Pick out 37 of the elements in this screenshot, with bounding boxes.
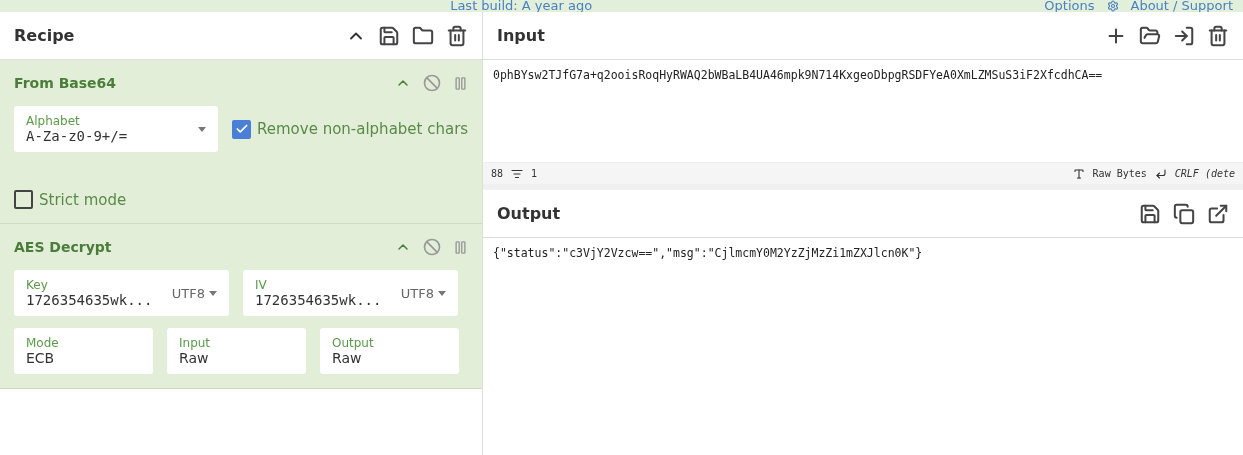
output-text: {"status":"c3VjY2Vzcw==","msg":"CjlmcmY0M2YzZjMzZi1mZXJlcn0K"} xyxy=(493,246,923,260)
checkbox[interactable] xyxy=(14,190,33,209)
option-field[interactable]: IV 1726354635wk... UTF8 xyxy=(243,270,458,316)
trash-icon[interactable] xyxy=(1207,24,1229,47)
about-link[interactable]: About / Support xyxy=(1130,0,1233,12)
recipe-title: Recipe xyxy=(14,26,76,45)
option-field[interactable]: Key 1726354635wk... UTF8 xyxy=(14,270,229,316)
operation-title: AES Decrypt xyxy=(14,239,113,255)
operation-title: From Base64 xyxy=(14,75,118,91)
input-title: Input xyxy=(497,26,546,45)
check-icon xyxy=(234,122,249,136)
text-icon[interactable] xyxy=(1072,167,1085,180)
settings-icon[interactable] xyxy=(1106,0,1119,12)
return-icon[interactable] xyxy=(1154,167,1167,180)
import-icon[interactable] xyxy=(1173,24,1195,47)
option-field[interactable]: Input Raw xyxy=(167,328,306,374)
save-icon[interactable] xyxy=(378,24,401,47)
checkbox[interactable] xyxy=(232,119,251,139)
save-icon[interactable] xyxy=(1139,202,1161,225)
alphabet-dropdown[interactable]: Alphabet A-Za-z0-9+/= xyxy=(14,106,218,152)
options-link[interactable]: Options xyxy=(1044,0,1095,12)
eol-label[interactable]: CRLF (dete xyxy=(1174,168,1235,179)
trash-icon[interactable] xyxy=(446,24,469,47)
option-field[interactable]: Mode ECB xyxy=(14,328,153,374)
copy-icon[interactable] xyxy=(1173,202,1195,225)
length-count: 88 xyxy=(491,168,504,179)
encoding-dropdown[interactable]: UTF8 xyxy=(171,285,217,301)
line-count: 1 xyxy=(531,168,538,179)
output-title: Output xyxy=(497,204,562,223)
option-field[interactable]: Output Raw xyxy=(320,328,459,374)
folder-icon[interactable] xyxy=(1139,24,1161,47)
folder-icon[interactable] xyxy=(412,24,435,47)
encoding-label[interactable]: Raw Bytes xyxy=(1092,168,1147,179)
build-info: Last build: A year ago xyxy=(450,0,593,12)
encoding-dropdown[interactable]: UTF8 xyxy=(400,285,446,301)
input-text[interactable]: 0phBYsw2TJfG7a+q2ooisRoqHyRWAQ2bWBaLB4UA46mpk9N714KxgeoDbpgRSDFYeA0XmLZMSuS3iF2XfcdhCA== xyxy=(483,60,1243,162)
lines-icon xyxy=(511,167,524,180)
